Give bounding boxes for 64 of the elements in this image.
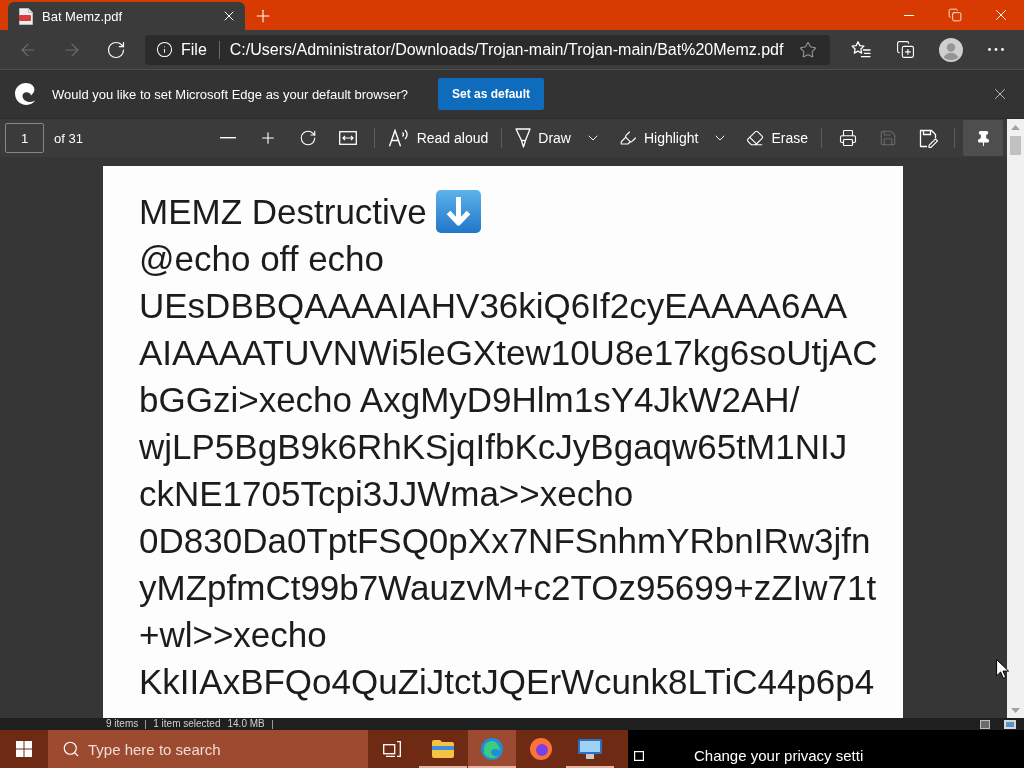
notification-text: Change your privacy setti — [694, 747, 864, 765]
fit-width-icon — [338, 131, 357, 145]
save-icon — [879, 129, 897, 147]
infobar-message: Would you like to set Microsoft Edge as your default browser? — [52, 86, 408, 102]
scroll-up-icon[interactable] — [1011, 125, 1020, 130]
minimize-icon — [904, 14, 914, 16]
document-text-line: yMZpfmCt99b7WauzvM+c2TOz95699+zZIw71t — [139, 567, 877, 609]
document-text-line: 0D830Da0TptFSQ0pXx7NFSnhmYRbnIRw3jfn — [139, 520, 871, 562]
item-count: 9 items — [106, 718, 139, 730]
scroll-down-icon[interactable] — [1011, 708, 1020, 713]
star-icon — [799, 40, 817, 59]
site-info-button[interactable]: File — [153, 37, 210, 62]
selection-size: 14.0 MB — [227, 718, 265, 730]
restore-icon — [948, 8, 962, 22]
highlight-button[interactable]: Highlight — [613, 122, 704, 154]
details-view-icon[interactable] — [980, 719, 990, 729]
page-count: of 31 — [54, 130, 83, 146]
taskbar-app-button[interactable] — [468, 730, 516, 768]
read-aloud-button[interactable]: Read aloud — [382, 122, 494, 154]
scrollbar-track[interactable] — [1007, 119, 1024, 718]
task-view-icon — [383, 741, 401, 757]
selection-count: 1 item selected — [153, 718, 221, 730]
save-as-icon — [918, 128, 938, 148]
document-text-line: wjLP5BgB9k6RhKSjqIfbKcJyBgaqw65tM1NIJ — [139, 426, 848, 468]
folder-icon — [432, 740, 454, 758]
info-icon — [156, 41, 173, 58]
highlighter-icon — [618, 129, 637, 147]
collections-icon — [896, 40, 915, 59]
browser-tab[interactable]: Bat Memz.pdf — [8, 2, 245, 30]
rotate-icon — [298, 129, 317, 147]
erase-button[interactable]: Erase — [741, 122, 813, 154]
browser-logo-icon — [15, 83, 37, 105]
read-aloud-icon — [387, 129, 410, 147]
document-text-line: ckNE1705Tcpi3JJWma>>xecho — [139, 473, 634, 515]
more-icon — [987, 48, 1004, 51]
refresh-icon — [106, 39, 126, 60]
document-text-line: bGGzi>xecho AxgMyD9Hlm1sY4JkW2AH/ — [139, 379, 800, 421]
search-icon — [62, 740, 80, 758]
monitor-icon — [578, 739, 602, 759]
browser-icon — [530, 738, 552, 760]
browser-icon — [481, 738, 503, 760]
square-icon — [634, 751, 644, 761]
document-title: MEMZ Destructive — [139, 191, 427, 233]
document-text-line: AIAAAATUVNWi5leGXtew10U8e17kg6soUtjAC — [139, 332, 878, 374]
page-number-field[interactable]: 1 — [5, 123, 44, 153]
mouse-cursor-icon — [996, 659, 1009, 679]
pin-toolbar-button[interactable] — [963, 120, 1003, 156]
pen-icon — [515, 128, 532, 148]
set-as-default-button[interactable]: Set as default — [438, 78, 545, 110]
eraser-icon — [746, 129, 765, 147]
draw-button[interactable]: Draw — [510, 122, 576, 154]
printer-icon — [839, 129, 857, 147]
address-bar[interactable]: File C:/Users/Administrator/Downloads/Trojan-main/Trojan-main/Bat%20Memz.pdf — [145, 34, 830, 65]
avatar-icon — [938, 37, 963, 62]
search-field[interactable]: Type here to search — [48, 730, 368, 768]
scrollbar-thumb[interactable] — [1010, 136, 1021, 155]
favorites-icon — [850, 41, 871, 58]
windows-logo-icon — [16, 741, 32, 757]
document-icon — [19, 7, 33, 25]
document-text-line: @echo off echo — [139, 238, 385, 280]
tiles-view-icon[interactable] — [1004, 719, 1016, 729]
document-text-line: KkIIAxBFQo4QuZiJtctJQErWcunk8LTiC44p6p4 — [139, 661, 875, 703]
document-text-line: +wl>>xecho — [139, 614, 327, 656]
document-text-line: UEsDBBQAAAAIAHV36kiQ6If2cyEAAAA6AA — [139, 285, 848, 327]
